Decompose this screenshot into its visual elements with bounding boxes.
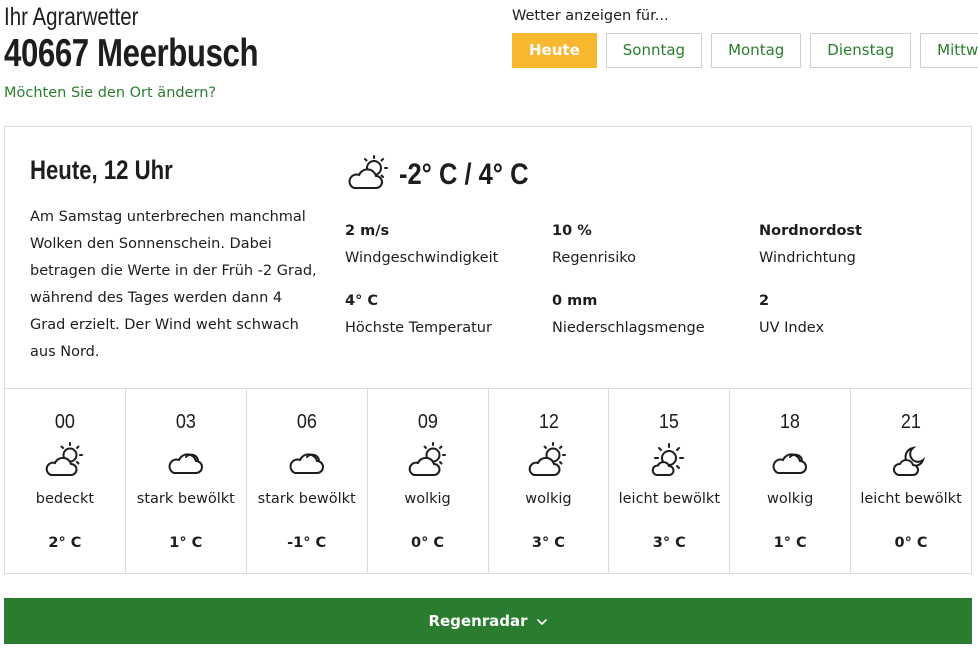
tab-heute[interactable]: Heute bbox=[512, 33, 597, 68]
tab-montag[interactable]: Montag bbox=[711, 33, 802, 68]
hour-time: 06 bbox=[296, 411, 317, 433]
regenradar-label: Regenradar bbox=[428, 612, 528, 630]
stat-value: 10 % bbox=[552, 223, 592, 239]
stat-wind-speed: 2 m/s Windgeschwindigkeit bbox=[345, 223, 545, 266]
stat-rain-risk: 10 % Regenrisiko bbox=[552, 223, 752, 266]
stat-max-temp: 4° C Höchste Temperatur bbox=[345, 293, 545, 336]
cloud-icon bbox=[164, 440, 208, 480]
location-subtitle: Ihr Agrarwetter bbox=[4, 3, 139, 31]
weather-card: Heute, 12 Uhr Am Samstag unterbrechen ma… bbox=[4, 126, 972, 574]
stat-wind-direction: Nordnordost Windrichtung bbox=[759, 223, 959, 266]
hour-condition: leicht bewölkt bbox=[618, 491, 721, 507]
hour-condition: leicht bewölkt bbox=[860, 491, 962, 507]
stat-value: 2 m/s bbox=[345, 223, 390, 239]
hour-column: 21 leicht bewölkt 0° C bbox=[851, 389, 971, 574]
hour-time: 12 bbox=[538, 411, 559, 433]
hour-condition: bedeckt bbox=[35, 491, 95, 507]
hour-column: 03 stark bewölkt 1° C bbox=[126, 389, 247, 574]
hour-time: 09 bbox=[417, 411, 438, 433]
hour-column: 18 wolkig 1° C bbox=[730, 389, 852, 574]
hour-condition: wolkig bbox=[404, 491, 451, 507]
partly-cloudy-icon bbox=[43, 440, 87, 480]
hour-time: 15 bbox=[659, 411, 680, 433]
day-selector-label: Wetter anzeigen für... bbox=[512, 8, 669, 24]
hour-time: 00 bbox=[54, 411, 75, 433]
hour-temperature: 3° C bbox=[531, 535, 565, 551]
hour-column: 00 bedeckt 2° C bbox=[5, 389, 126, 574]
regenradar-button[interactable]: Regenradar bbox=[4, 598, 972, 644]
stat-value: 2 bbox=[759, 293, 770, 309]
stat-label: UV Index bbox=[759, 320, 825, 336]
day-tabs: HeuteSonntagMontagDienstagMittwoch bbox=[512, 33, 978, 69]
tab-sonntag[interactable]: Sonntag bbox=[605, 33, 703, 68]
partly-cloudy-icon bbox=[526, 440, 570, 480]
temperature-row: -2° C / 4° C bbox=[345, 155, 551, 195]
change-location-link[interactable]: Möchten Sie den Ort ändern? bbox=[4, 85, 216, 101]
stat-label: Höchste Temperatur bbox=[345, 320, 492, 336]
hour-temperature: -1° C bbox=[287, 535, 327, 551]
current-title: Heute, 12 Uhr bbox=[30, 155, 173, 185]
current-description: Am Samstag unterbrechen manchmal Wolken … bbox=[30, 209, 317, 360]
stat-uv-index: 2 UV Index bbox=[759, 293, 959, 336]
hour-temperature: 0° C bbox=[411, 535, 445, 551]
stat-value: 0 mm bbox=[552, 293, 598, 309]
hourly-forecast: 00 bedeckt 2° C 03 stark bewölkt 1° C 06 stark … bbox=[5, 388, 971, 574]
cloud-icon bbox=[768, 440, 812, 480]
hour-column: 09 wolkig 0° C bbox=[368, 389, 489, 574]
hour-temperature: 2° C bbox=[48, 535, 82, 551]
stat-value: Nordnordost bbox=[759, 223, 862, 239]
partly-cloudy-icon bbox=[406, 440, 450, 480]
hour-time: 03 bbox=[175, 411, 196, 433]
hour-condition: stark bewölkt bbox=[257, 491, 356, 507]
stat-label: Windrichtung bbox=[759, 250, 856, 266]
hour-temperature: 1° C bbox=[169, 535, 203, 551]
stat-label: Niederschlagsmenge bbox=[552, 320, 705, 336]
hour-temperature: 1° C bbox=[773, 535, 807, 551]
hour-condition: stark bewölkt bbox=[136, 491, 235, 507]
location-title: 40667 Meerbusch bbox=[4, 32, 259, 75]
tab-mittwoch[interactable]: Mittwoch bbox=[920, 33, 978, 68]
hour-temperature: 0° C bbox=[894, 535, 928, 551]
hour-condition: wolkig bbox=[766, 491, 814, 507]
hour-column: 12 wolkig 3° C bbox=[489, 389, 610, 574]
hour-time: 21 bbox=[901, 411, 922, 433]
tab-dienstag[interactable]: Dienstag bbox=[810, 33, 912, 68]
partly-cloudy-icon bbox=[345, 154, 399, 196]
hour-column: 06 stark bewölkt -1° C bbox=[247, 389, 368, 574]
temperature-range: -2° C / 4° C bbox=[399, 158, 529, 191]
moon-cloud-icon bbox=[889, 440, 933, 480]
sun-cloud-icon bbox=[647, 440, 691, 480]
hour-temperature: 3° C bbox=[652, 535, 686, 551]
hour-condition: wolkig bbox=[525, 491, 572, 507]
stat-label: Windgeschwindigkeit bbox=[345, 250, 499, 266]
chevron-down-icon bbox=[536, 612, 548, 630]
hour-time: 18 bbox=[780, 411, 801, 433]
stat-value: 4° C bbox=[345, 293, 379, 309]
cloud-icon bbox=[285, 440, 329, 480]
stat-precipitation: 0 mm Niederschlagsmenge bbox=[552, 293, 752, 336]
hour-column: 15 leicht bewölkt 3° C bbox=[609, 389, 731, 574]
stat-label: Regenrisiko bbox=[552, 250, 636, 266]
